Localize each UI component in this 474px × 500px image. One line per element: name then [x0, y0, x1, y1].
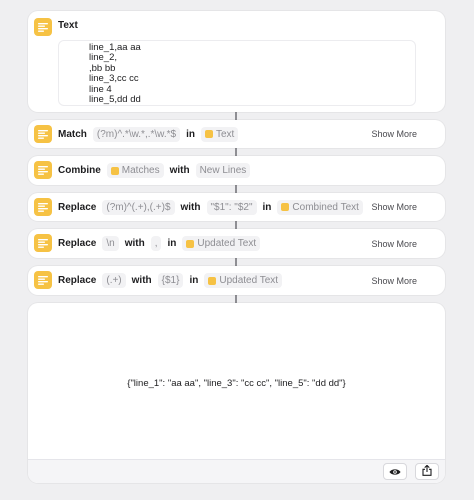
variable-token[interactable]: Text — [200, 126, 239, 142]
variable-token[interactable]: Updated Text — [204, 273, 283, 288]
text-input-area[interactable]: line_1,aa aa line_2, ,bb bb line_3,cc cc… — [58, 40, 416, 106]
text-action-card[interactable]: Text line_1,aa aa line_2, ,bb bb line_3,… — [28, 11, 445, 112]
variable-name: Updated Text — [219, 275, 279, 286]
preview-button[interactable] — [383, 463, 407, 480]
with-label: with — [131, 275, 152, 286]
match-action-card[interactable]: Match (?m)^.*\w.*,.*\w.*$ in Text Show M… — [28, 120, 445, 148]
in-label: in — [186, 128, 195, 140]
with-label: with — [124, 238, 145, 249]
text-action-title: Text — [58, 20, 78, 31]
connector-line — [235, 258, 237, 266]
connector-line — [235, 221, 237, 229]
variable-name: Matches — [121, 165, 160, 176]
text-lines-icon — [34, 271, 52, 289]
variable-icon — [204, 130, 213, 138]
match-pattern[interactable]: (?m)^.*\w.*,.*\w.*$ — [92, 126, 181, 142]
replacement-param[interactable]: {$1} — [157, 273, 184, 288]
show-more-button[interactable]: Show More — [371, 266, 417, 295]
variable-name: Combined Text — [292, 201, 359, 213]
find-pattern[interactable]: (?m)^(.+),(.+)$ — [102, 199, 175, 215]
in-label: in — [167, 238, 177, 249]
output-result: {"line_1": "aa aa", "line_3": "cc cc", "… — [127, 378, 346, 389]
replacement-param[interactable]: , — [150, 236, 162, 251]
variable-token[interactable]: Matches — [106, 163, 164, 178]
text-lines-icon — [34, 18, 52, 36]
find-pattern[interactable]: \n — [102, 236, 119, 251]
variable-icon — [186, 239, 195, 248]
share-icon — [422, 463, 432, 481]
in-label: in — [262, 201, 272, 213]
eye-icon — [389, 463, 401, 481]
output-toolbar — [28, 459, 445, 483]
replace-keyword: Replace — [58, 275, 97, 286]
in-label: in — [189, 275, 199, 286]
separator-param[interactable]: New Lines — [195, 163, 251, 178]
find-pattern[interactable]: (.+) — [102, 273, 126, 288]
variable-icon — [208, 276, 217, 285]
with-label: with — [169, 165, 190, 176]
variable-icon — [110, 166, 119, 175]
text-line: line_2, — [89, 52, 117, 64]
replace-keyword: Replace — [58, 201, 97, 213]
combine-action-card[interactable]: Combine Matches with New Lines — [28, 156, 445, 185]
text-line: line_5,dd dd — [89, 94, 141, 106]
connector-line — [235, 295, 237, 303]
text-lines-icon — [34, 125, 52, 143]
replace-action-card[interactable]: Replace (.+) with {$1} in Updated Text S… — [28, 266, 445, 295]
connector-line — [235, 112, 237, 120]
text-line: line_3,cc cc — [89, 73, 139, 85]
show-more-button[interactable]: Show More — [371, 229, 417, 258]
replacement-param[interactable]: "$1": "$2" — [206, 199, 257, 215]
show-more-button[interactable]: Show More — [371, 193, 417, 221]
show-more-button[interactable]: Show More — [371, 120, 417, 148]
connector-line — [235, 148, 237, 156]
combine-keyword: Combine — [58, 165, 101, 176]
share-button[interactable] — [415, 463, 439, 480]
variable-token[interactable]: Combined Text — [277, 199, 363, 215]
text-line: line_1,aa aa — [89, 42, 141, 53]
output-card: {"line_1": "aa aa", "line_3": "cc cc", "… — [28, 303, 445, 483]
variable-icon — [281, 203, 290, 211]
match-keyword: Match — [58, 128, 87, 140]
replace-keyword: Replace — [58, 238, 97, 249]
with-label: with — [180, 201, 201, 213]
connector-line — [235, 185, 237, 193]
replace-action-card[interactable]: Replace (?m)^(.+),(.+)$ with "$1": "$2" … — [28, 193, 445, 221]
text-lines-icon — [34, 234, 52, 252]
variable-name: Text — [215, 128, 235, 140]
text-lines-icon — [34, 161, 52, 179]
variable-token[interactable]: Updated Text — [182, 236, 261, 251]
text-lines-icon — [34, 198, 52, 216]
replace-action-card[interactable]: Replace \n with , in Updated Text Show M… — [28, 229, 445, 258]
variable-name: Updated Text — [197, 238, 257, 249]
